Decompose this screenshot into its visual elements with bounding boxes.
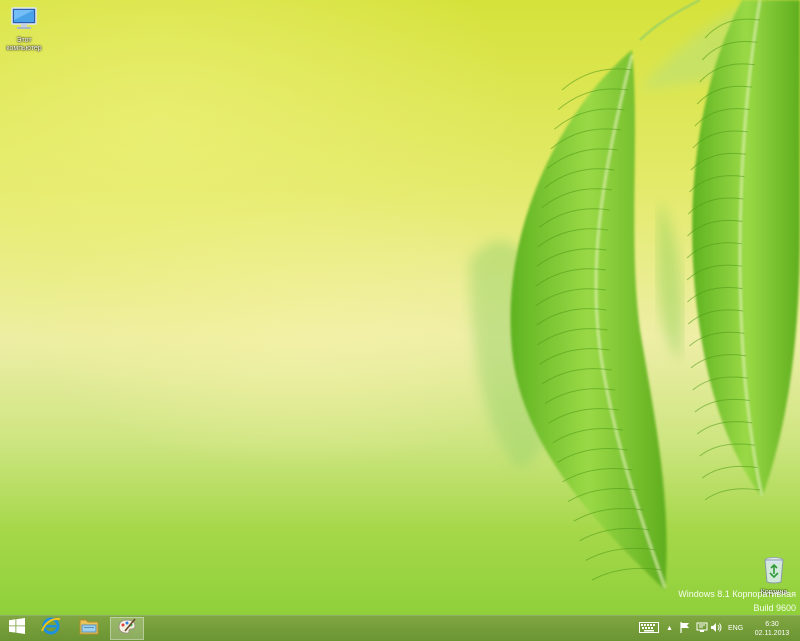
- network-icon: [696, 620, 708, 638]
- action-center-flag-icon: [680, 620, 690, 638]
- volume-button[interactable]: [710, 616, 722, 641]
- chevron-up-icon: ▲: [666, 625, 673, 632]
- start-button[interactable]: [0, 617, 34, 640]
- network-button[interactable]: [696, 616, 708, 641]
- desktop-icon-label: Этот компьютер: [6, 37, 42, 52]
- keyboard-icon: [639, 620, 659, 638]
- input-language-indicator[interactable]: ENG: [728, 616, 743, 641]
- show-hidden-icons-button[interactable]: ▲: [666, 616, 673, 641]
- internet-explorer-button[interactable]: [34, 617, 68, 640]
- touch-keyboard-button[interactable]: [639, 616, 659, 641]
- recycle-bin-icon: [750, 556, 798, 587]
- wallpaper-leaves: [470, 0, 800, 590]
- file-explorer-button[interactable]: [72, 617, 106, 640]
- clock-button[interactable]: 6:30 02.11.2013: [752, 616, 792, 641]
- file-explorer-icon: [79, 617, 99, 640]
- internet-explorer-icon: [41, 616, 61, 641]
- desktop[interactable]: Этот компьютер Корзина Windows 8.1 Корпо…: [0, 0, 800, 615]
- desktop-icon-this-pc[interactable]: Этот компьютер: [0, 6, 48, 53]
- watermark-edition: Windows 8.1 Корпоративная: [678, 589, 796, 599]
- clock-time: 6:30: [765, 620, 779, 628]
- taskbar: ▲ ENG 6:30 02.11.2013: [0, 615, 800, 641]
- windows-version-watermark: Windows 8.1 Корпоративная Build 9600: [678, 587, 796, 615]
- volume-icon: [710, 620, 722, 638]
- computer-icon: [0, 6, 48, 35]
- paint-button[interactable]: [110, 617, 144, 640]
- windows-logo-icon: [9, 618, 25, 639]
- action-center-button[interactable]: [680, 616, 690, 641]
- clock-date: 02.11.2013: [754, 629, 790, 637]
- paint-icon: [117, 617, 137, 640]
- watermark-build: Build 9600: [753, 603, 796, 613]
